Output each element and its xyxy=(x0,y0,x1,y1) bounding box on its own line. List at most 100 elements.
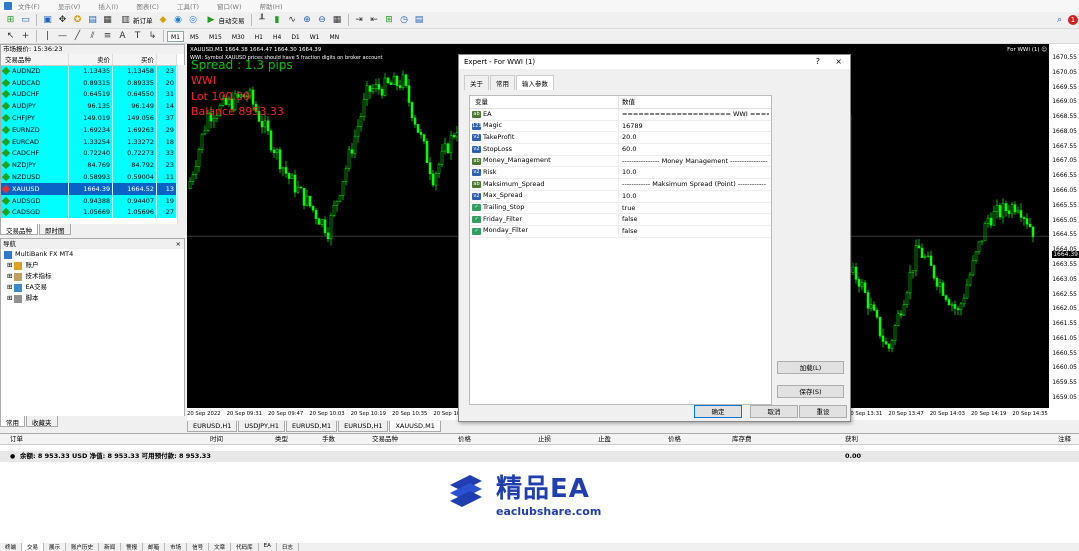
terminal-tab[interactable]: 新闻 xyxy=(99,543,122,551)
market-watch-row[interactable]: AUDJPY 96.135 96.149 14 xyxy=(1,100,177,113)
terminal-column-header[interactable]: 止损 xyxy=(538,434,551,445)
expand-icon[interactable]: ⊞ xyxy=(7,293,12,304)
terminal-column-header[interactable]: 手数 xyxy=(322,434,335,445)
market-watch-row[interactable]: CHFJPY 149.019 149.056 37 xyxy=(1,112,177,124)
profiles-icon[interactable]: ▭ xyxy=(19,14,32,27)
terminal-tab[interactable]: 文章 xyxy=(209,543,232,551)
parameter-row[interactable]: ab Money_Management ---------------- Money… xyxy=(470,155,771,168)
fibonacci-icon[interactable]: ≡ xyxy=(101,30,114,43)
trend-line-icon[interactable]: ╱ xyxy=(71,30,84,43)
periods-icon[interactable]: ◷ xyxy=(398,14,411,27)
parameter-value[interactable]: ==================== WWI ===============… xyxy=(619,109,769,120)
tab-common-settings[interactable]: 常用 xyxy=(490,75,515,90)
zoom-in-icon[interactable]: ⊕ xyxy=(301,14,314,27)
auto-scroll-icon[interactable]: ⇥ xyxy=(353,14,366,27)
terminal-tab[interactable]: EA xyxy=(259,543,277,551)
parameter-value[interactable]: ------------ Maksimum Spread (Point) ---… xyxy=(619,179,769,190)
chart-shift-icon[interactable]: ⇤ xyxy=(368,14,381,27)
parameter-row[interactable]: v2 StopLoss 60.0 xyxy=(470,144,771,156)
market-watch-row[interactable]: AUDNZD 1.13435 1.13458 23 xyxy=(1,65,177,77)
timeframe-h4[interactable]: H4 xyxy=(269,31,285,42)
navigator-item-indicators[interactable]: ⊞ 技术指标 xyxy=(1,271,184,282)
balance-row[interactable]: ● 余额: 8 953.33 USD 净值: 8 953.33 可用预付款: 8… xyxy=(0,451,1079,462)
reset-button[interactable]: 重设 xyxy=(799,405,847,418)
market-watch-row[interactable]: AUDCAD 0.89315 0.89335 20 xyxy=(1,76,177,89)
timeframe-d1[interactable]: D1 xyxy=(287,31,303,42)
terminal-tab[interactable]: 账户历史 xyxy=(66,543,100,551)
tab-common[interactable]: 常用 xyxy=(0,416,25,427)
menu-help[interactable]: 帮助(H) xyxy=(260,1,283,11)
ok-button[interactable]: 确定 xyxy=(694,405,742,418)
terminal-tab[interactable]: 邮箱 xyxy=(143,543,166,551)
crosshair-icon[interactable]: + xyxy=(19,30,32,43)
menu-file[interactable]: 文件(F) xyxy=(18,1,40,11)
navigator-item-accounts[interactable]: ⊞ 账户 xyxy=(1,260,184,271)
navigator-item-experts[interactable]: ⊞ EA交易 xyxy=(1,282,184,293)
parameter-value[interactable]: 16789 xyxy=(619,121,769,132)
metaeditor-icon[interactable]: ◆ xyxy=(157,14,170,27)
market-watch-row[interactable]: NZDUSD 0.58993 0.59004 11 xyxy=(1,171,177,183)
zoom-out-icon[interactable]: ⊖ xyxy=(316,14,329,27)
cursor-icon[interactable]: ↖ xyxy=(4,30,17,43)
templates-icon[interactable]: ▤ xyxy=(413,14,426,27)
vertical-line-icon[interactable]: | xyxy=(41,30,54,43)
expand-icon[interactable]: ⊞ xyxy=(7,271,12,282)
market-watch-row[interactable]: CADSGD 1.05669 1.05696 27 xyxy=(1,206,177,219)
market-watch-scrollbar[interactable] xyxy=(177,65,185,225)
timeframe-w1[interactable]: W1 xyxy=(306,31,324,42)
terminal-column-header[interactable]: 获利 xyxy=(845,434,858,445)
indicators-icon[interactable]: ⊞ xyxy=(383,14,396,27)
expand-icon[interactable]: ⊞ xyxy=(7,282,12,293)
parameter-row[interactable]: v2 Max_Spread 10.0 xyxy=(470,190,771,203)
horizontal-line-icon[interactable]: — xyxy=(56,30,69,43)
tab-favorites[interactable]: 收藏夹 xyxy=(26,416,58,427)
market-watch-row[interactable]: AUDCHF 0.64519 0.64550 31 xyxy=(1,88,177,101)
terminal-column-header[interactable]: 价格 xyxy=(458,434,471,445)
market-watch-row[interactable]: CADCHF 0.72240 0.72273 33 xyxy=(1,147,177,160)
parameter-value[interactable]: 60.0 xyxy=(619,144,769,155)
parameter-row[interactable]: abEA==================== WWI ===========… xyxy=(470,109,771,121)
terminal-column-header[interactable]: 价格 xyxy=(668,434,681,445)
timeframe-h1[interactable]: H1 xyxy=(251,31,267,42)
chart-tab[interactable]: EURUSD,H1 xyxy=(187,421,238,432)
chart-tab[interactable]: XAUUSD,M1 xyxy=(389,421,441,432)
navigator-item-scripts[interactable]: ⊞ 脚本 xyxy=(1,293,184,304)
search-icon[interactable]: ⌕ xyxy=(1053,14,1066,27)
arrows-icon[interactable]: ↳ xyxy=(146,30,159,43)
timeframe-m15[interactable]: M15 xyxy=(205,31,226,42)
market-watch-row[interactable]: EURCAD 1.33254 1.33272 18 xyxy=(1,135,177,148)
notification-icon[interactable]: 1 xyxy=(1068,15,1078,25)
parameter-row[interactable]: 123 Magic 16789 xyxy=(470,120,771,133)
parameter-row[interactable]: v2 Risk 10.0 xyxy=(470,167,771,180)
timeframe-m5[interactable]: M5 xyxy=(186,31,203,42)
candle-chart-icon[interactable]: ▮ xyxy=(271,14,284,27)
market-watch-row[interactable]: EURNZD 1.69234 1.69263 29 xyxy=(1,123,177,136)
parameter-value[interactable]: true xyxy=(619,203,769,214)
close-button[interactable]: × xyxy=(835,55,842,69)
timeframe-m1[interactable]: M1 xyxy=(167,30,184,42)
timeframe-mn[interactable]: MN xyxy=(326,31,344,42)
parameter-value[interactable]: false xyxy=(619,226,769,237)
market-watch-row[interactable]: XAUUSD 1664.39 1664.52 13 xyxy=(1,182,177,195)
terminal-tab[interactable]: 警报 xyxy=(121,543,144,551)
parameter-row[interactable]: v2 TakeProfit 20.0 xyxy=(470,132,771,145)
parameter-value[interactable]: 20.0 xyxy=(619,132,769,143)
auto-trading-button[interactable]: ▶ 自动交易 xyxy=(204,14,245,27)
terminal-tab[interactable]: 交易 xyxy=(22,543,45,551)
timeframe-m30[interactable]: M30 xyxy=(228,31,249,42)
terminal-tab[interactable]: 展示 xyxy=(44,543,67,551)
terminal-icon[interactable]: ▤ xyxy=(86,14,99,27)
terminal-tab[interactable]: 市场 xyxy=(165,543,188,551)
parameter-row[interactable]: ✓ Trailing_Stop true xyxy=(470,202,771,215)
navigator-icon[interactable]: ✪ xyxy=(71,14,84,27)
terminal-column-header[interactable]: 类型 xyxy=(275,434,288,445)
data-window-icon[interactable]: ✥ xyxy=(56,14,69,27)
col-spread[interactable] xyxy=(156,54,177,66)
market-watch-row[interactable]: AUDSGD 0.94388 0.94407 19 xyxy=(1,194,177,207)
vps-icon[interactable]: ◎ xyxy=(187,14,200,27)
parameter-row[interactable]: ✓ Friday_Filter false xyxy=(470,214,771,226)
navigator-root[interactable]: MultiBank FX MT4 xyxy=(1,249,184,260)
terminal-column-header[interactable]: 库存费 xyxy=(732,434,752,445)
tab-symbols[interactable]: 交易品种 xyxy=(0,224,38,235)
chart-tab[interactable]: EURUSD,H1 xyxy=(338,421,389,432)
